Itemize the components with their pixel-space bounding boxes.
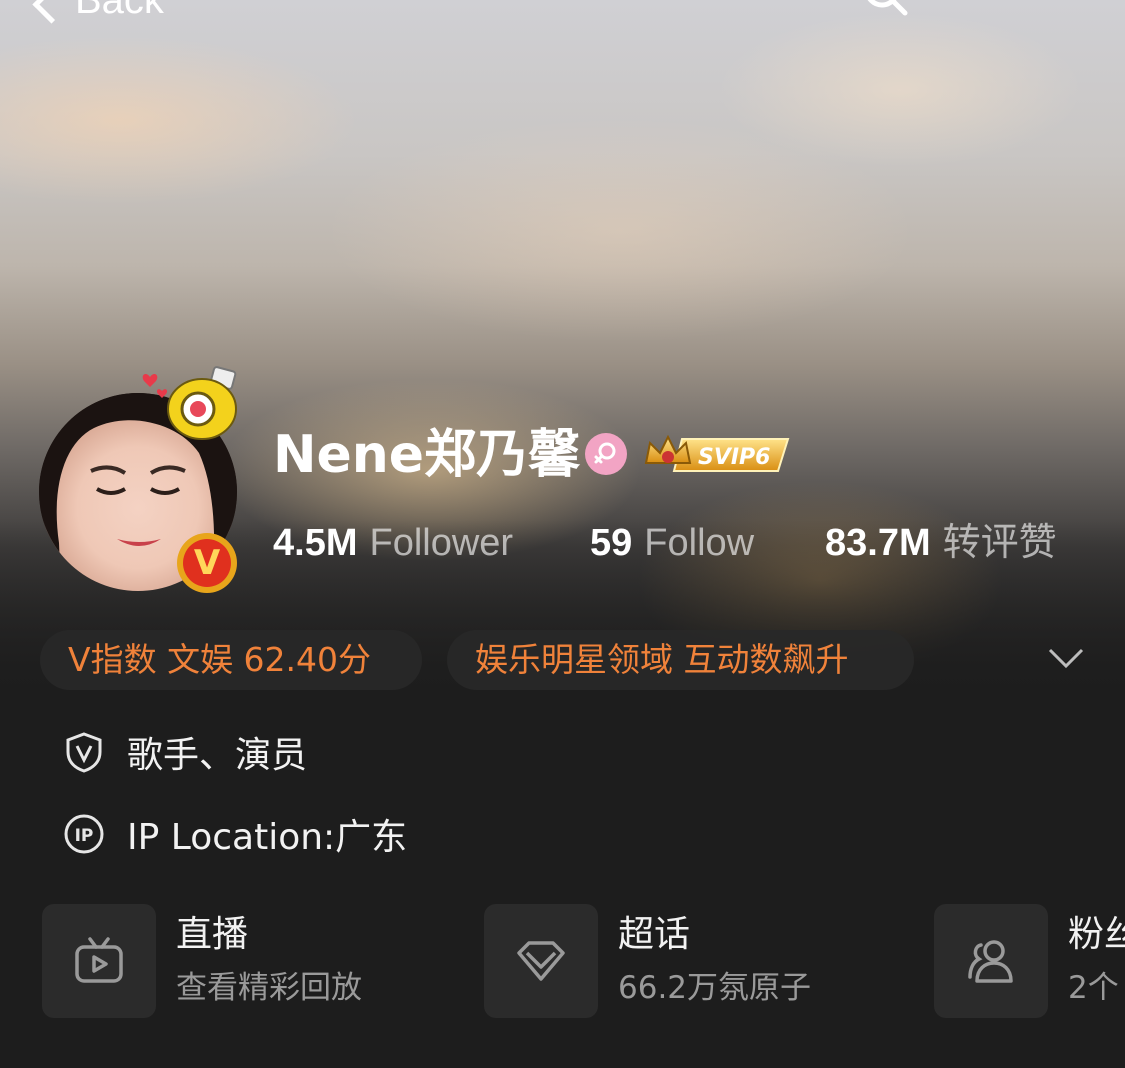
camera-sticker-icon — [142, 366, 237, 440]
back-label: Back — [75, 0, 164, 22]
stat-label: 转评赞 — [942, 522, 1057, 564]
chevron-left-icon — [32, 0, 71, 24]
group-icon — [968, 940, 1013, 983]
occupation-text: 歌手、演员 — [127, 735, 308, 776]
live-title: 直播 — [176, 914, 249, 955]
stat-following[interactable]: 59 Follow — [590, 518, 754, 575]
chevron-down-icon[interactable] — [1046, 642, 1086, 672]
stat-value: 4.5M — [273, 522, 358, 564]
super-topic-title: 超话 — [618, 914, 691, 955]
stat-value: 59 — [590, 522, 633, 564]
super-topic-card[interactable]: 超话 66.2万氛原子 — [484, 904, 811, 1018]
v-index-tag[interactable]: V指数 文娱 62.40分 — [40, 630, 422, 690]
fans-title: 粉丝 — [1068, 914, 1125, 955]
search-icon[interactable] — [862, 0, 908, 16]
svip-badge[interactable]: SVIP6 — [642, 433, 790, 475]
stat-value: 83.7M — [825, 522, 931, 564]
tv-icon — [75, 937, 123, 983]
svg-text:IP: IP — [75, 826, 94, 846]
diamond-icon — [517, 941, 565, 981]
fans-subtitle: 2个 — [1068, 970, 1119, 1006]
female-gender-icon — [585, 433, 627, 475]
ip-icon: IP — [64, 814, 104, 854]
super-topic-tile — [484, 904, 598, 1018]
domain-trend-tag[interactable]: 娱乐明星领域 互动数飙升 — [447, 630, 914, 690]
profile-name: Nene郑乃馨 — [273, 425, 581, 485]
occupation-row: 歌手、演员 — [63, 726, 307, 778]
verified-v-icon: V — [183, 539, 231, 587]
super-topic-subtitle: 66.2万氛原子 — [618, 970, 812, 1006]
fans-card[interactable]: 粉丝 2个 — [934, 904, 1125, 1018]
verified-badge: V — [177, 533, 237, 593]
back-button[interactable]: Back — [32, 0, 164, 24]
ip-location-row: IP IP Location:广东 — [63, 808, 407, 860]
live-subtitle: 查看精彩回放 — [176, 970, 362, 1006]
shield-v-icon — [66, 732, 102, 773]
ip-location-text: IP Location:广东 — [127, 817, 408, 858]
svip-label: SVIP6 — [698, 445, 771, 470]
stat-label: Follow — [644, 522, 755, 564]
fans-tile — [934, 904, 1048, 1018]
live-card[interactable]: 直播 查看精彩回放 — [42, 904, 362, 1018]
live-tile — [42, 904, 156, 1018]
stat-reposts-likes[interactable]: 83.7M 转评赞 — [825, 518, 1057, 575]
stat-label: Follower — [369, 522, 514, 564]
stat-followers[interactable]: 4.5M Follower — [273, 518, 513, 575]
